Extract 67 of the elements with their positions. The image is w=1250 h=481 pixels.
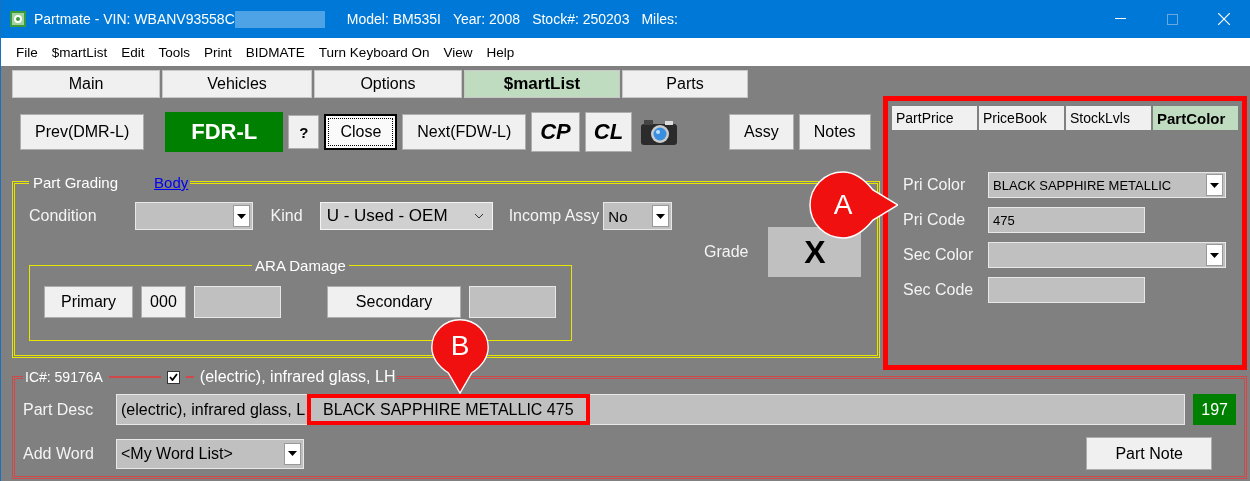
field-label: Sec Code [903, 281, 975, 299]
secondary-button[interactable]: Secondary [326, 286, 462, 318]
field-label: Add Word [23, 444, 95, 463]
toolbar-button[interactable]: FDR-L [165, 112, 284, 152]
part-caption: (electric), infrared glass, LH [199, 368, 396, 386]
tab[interactable]: StockLvls [1066, 106, 1151, 130]
window-title: Miles: [641, 11, 678, 27]
menu-item[interactable]: BIDMATE [238, 44, 312, 60]
menu-item[interactable]: View [436, 44, 480, 60]
tab[interactable]: PriceBook [979, 106, 1064, 130]
tab[interactable]: $martList [464, 70, 620, 98]
camera-icon[interactable] [639, 117, 680, 147]
dropdown[interactable]: BLACK SAPPHIRE METALLIC [988, 172, 1226, 198]
tab[interactable]: Options [314, 70, 462, 98]
input-field[interactable] [469, 286, 557, 318]
count-badge: 197 [1193, 394, 1236, 425]
help-button[interactable]: ? [288, 115, 320, 149]
highlighted-text: BLACK SAPPHIRE METALLIC 475 [307, 394, 590, 425]
field-label: Pri Color [903, 176, 967, 194]
dropdown[interactable]: <My Word List> [116, 438, 304, 469]
input-field[interactable]: (electric), infrared glass, L BLACK SAPPHIRE METALLIC 475 [116, 394, 1186, 425]
section-title: Part Grading [33, 174, 119, 191]
callout-marker: A [806, 170, 898, 240]
chevron-icon[interactable] [473, 213, 484, 219]
damage-code: 000 [141, 286, 186, 318]
part-note-button[interactable]: Part Note [1086, 437, 1212, 470]
menu-item[interactable]: Tools [151, 44, 198, 60]
field-label: Incomp Assy [508, 207, 600, 225]
input-field[interactable] [988, 277, 1145, 303]
dropdown[interactable]: No [603, 202, 673, 230]
tab[interactable]: Vehicles [162, 70, 312, 98]
primary-button[interactable]: Primary [44, 286, 134, 318]
toolbar-button[interactable]: Next(FDW-L) [402, 114, 527, 150]
section-title: ARA Damage [255, 257, 346, 274]
grade-label: Grade [704, 243, 749, 261]
window-title: Year: 2008 [452, 11, 521, 27]
menu-item[interactable]: Edit [114, 44, 152, 60]
toolbar-button[interactable]: Assy [729, 114, 794, 150]
menu-item[interactable]: Help [479, 44, 522, 60]
tab[interactable]: PartPrice [892, 106, 977, 130]
field-label: Condition [29, 207, 97, 225]
field-label: Part Desc [23, 400, 95, 419]
menu-item[interactable]: $martList [44, 44, 115, 60]
toolbar-button[interactable]: CP [531, 112, 580, 152]
window-title: Stock#: 250203 [532, 11, 630, 27]
callout-marker: B [430, 318, 490, 394]
menu-item[interactable]: Print [197, 44, 239, 60]
app-icon [10, 11, 26, 27]
menu-item[interactable]: File [9, 44, 45, 60]
ic-number: IC#: 59176A [25, 369, 103, 385]
tab[interactable]: PartColor [1153, 106, 1238, 130]
input-field[interactable]: 475 [988, 207, 1145, 233]
field-label: Kind [270, 207, 303, 225]
input-field[interactable] [193, 286, 281, 318]
field-label: Pri Code [903, 211, 967, 229]
toolbar-button[interactable]: CL [584, 112, 633, 152]
dropdown[interactable]: U - Used - OEM [319, 202, 493, 230]
toolbar-button[interactable]: Notes [798, 114, 871, 150]
tab[interactable]: Parts [622, 70, 748, 98]
checkbox[interactable] [166, 370, 180, 384]
menu-item[interactable]: Turn Keyboard On [311, 44, 437, 60]
window-title: Partmate - VIN: WBANV93558C [34, 11, 235, 27]
toolbar-button[interactable]: Close [324, 114, 398, 150]
tab[interactable]: Main [12, 70, 160, 98]
field-label: Sec Color [903, 246, 975, 264]
toolbar-button[interactable]: Prev(DMR-L) [20, 114, 145, 150]
window-title: Model: BM535I [346, 11, 441, 27]
